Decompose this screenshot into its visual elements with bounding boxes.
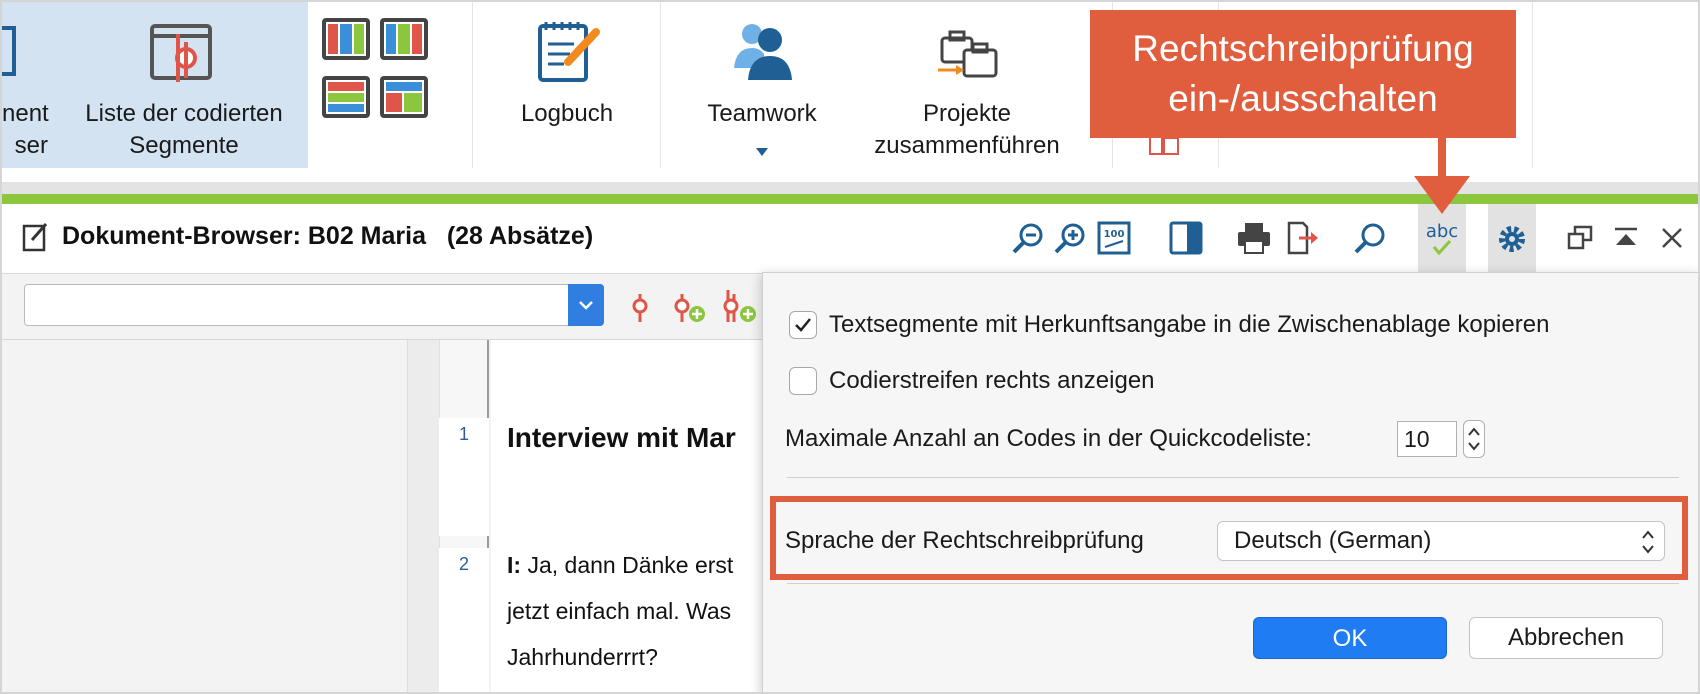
settings-button[interactable] bbox=[1488, 204, 1536, 274]
window-title: Dokument-Browser: B02 Maria (28 Absätze) bbox=[62, 222, 594, 250]
code-add-icon[interactable] bbox=[672, 292, 708, 324]
layout-tile-icon[interactable] bbox=[380, 18, 428, 60]
settings-popup: Textsegmente mit Herkunftsangabe in die … bbox=[762, 272, 1698, 692]
max-codes-label: Maximale Anzahl an Codes in der Quickcod… bbox=[785, 425, 1312, 452]
ribbon-coded-segments-button[interactable]: Liste der codierten Segmente bbox=[60, 2, 308, 168]
code-stripes-checkbox[interactable] bbox=[789, 367, 817, 395]
paragraph-number: 2 bbox=[439, 548, 489, 692]
code-icon[interactable] bbox=[630, 292, 650, 324]
undock-button[interactable] bbox=[1556, 214, 1604, 262]
document-toolbar bbox=[2, 274, 762, 340]
ribbon-item-label: nent bbox=[2, 100, 49, 127]
ribbon-separator bbox=[1532, 2, 1533, 168]
max-codes-stepper[interactable] bbox=[1463, 420, 1485, 458]
close-button[interactable] bbox=[1648, 214, 1696, 262]
ribbon-separator bbox=[660, 2, 661, 168]
app-window: nent ser Liste der codierten Segmente Lo… bbox=[0, 0, 1700, 694]
cancel-button[interactable]: Abbrechen bbox=[1469, 617, 1663, 659]
code-combobox[interactable] bbox=[24, 284, 604, 326]
ribbon-item-label: Teamwork bbox=[707, 100, 817, 127]
undock-window-icon bbox=[1567, 225, 1593, 250]
annotation-arrow bbox=[1414, 138, 1470, 214]
annotation-callout: Rechtschreibprüfung ein-/ausschalten bbox=[1090, 10, 1516, 138]
search-button[interactable] bbox=[1346, 214, 1394, 262]
ribbon-item-label: Logbuch bbox=[520, 100, 614, 127]
ribbon-logbook-button[interactable]: Logbuch bbox=[480, 2, 654, 168]
zoom-in-icon bbox=[1054, 223, 1085, 254]
callout-line: ein-/ausschalten bbox=[1168, 78, 1438, 119]
teamwork-icon bbox=[734, 24, 792, 80]
ribbon-item-label: zusammenführen bbox=[874, 132, 1060, 159]
document-icon bbox=[2, 26, 16, 76]
chevron-down-icon bbox=[756, 148, 768, 156]
zoom-100-button[interactable]: 100 bbox=[1090, 214, 1138, 262]
edit-document-icon bbox=[22, 223, 48, 252]
export-button[interactable] bbox=[1278, 214, 1326, 262]
speaker-label: I: bbox=[507, 552, 522, 578]
combobox-dropdown-button[interactable] bbox=[568, 284, 604, 326]
ribbon-item-label: Segmente bbox=[129, 132, 239, 159]
ribbon-item-label: ser bbox=[14, 132, 48, 159]
ribbon-item-label: Projekte bbox=[922, 100, 1012, 127]
chevron-down-icon bbox=[579, 301, 593, 310]
coded-segments-icon bbox=[150, 24, 212, 82]
callout-line: Rechtschreibprüfung bbox=[1132, 28, 1474, 69]
code-stripe-column bbox=[407, 340, 439, 692]
close-icon bbox=[1662, 228, 1682, 248]
zoom-in-button[interactable] bbox=[1046, 214, 1094, 262]
document-text-line: Jahrhunderrrt? bbox=[507, 644, 658, 670]
spell-check-icon: abc bbox=[1426, 221, 1458, 256]
svg-text:abc: abc bbox=[1426, 221, 1458, 242]
sidebar-toggle-button[interactable] bbox=[1162, 214, 1210, 262]
maximize-button[interactable] bbox=[1602, 214, 1650, 262]
zoom-out-icon bbox=[1012, 223, 1043, 254]
copy-segments-checkbox[interactable] bbox=[789, 311, 817, 339]
search-icon bbox=[1354, 223, 1385, 254]
checkmark-icon bbox=[795, 318, 811, 332]
ribbon-teamwork-button[interactable]: Teamwork bbox=[668, 2, 856, 168]
layout-tile-icon[interactable] bbox=[322, 76, 370, 118]
copy-segments-label: Textsegmente mit Herkunftsangabe in die … bbox=[829, 311, 1550, 338]
max-codes-input[interactable]: 10 bbox=[1397, 421, 1457, 457]
ribbon-document-browser-button[interactable]: nent ser bbox=[2, 2, 60, 168]
document-area: 1 2 bbox=[2, 340, 762, 692]
printer-icon bbox=[1238, 223, 1270, 254]
layout-tile-icon[interactable] bbox=[380, 76, 428, 118]
document-text-line: I: Ja, dann Dänke erst bbox=[507, 552, 733, 579]
layout-tile-icon[interactable] bbox=[322, 18, 370, 60]
paragraph-number: 1 bbox=[439, 418, 489, 536]
sidebar-panel-icon bbox=[1169, 221, 1203, 255]
ribbon-separator bbox=[472, 2, 473, 168]
code-multi-add-icon[interactable] bbox=[720, 288, 760, 324]
code-stripes-label: Codierstreifen rechts anzeigen bbox=[829, 367, 1155, 394]
maximize-icon bbox=[1615, 227, 1637, 245]
zoom-out-button[interactable] bbox=[1004, 214, 1052, 262]
annotation-highlight-box bbox=[770, 496, 1688, 580]
text-span: Ja, dann Dänke erst bbox=[521, 552, 734, 578]
document-heading: Interview mit Mar bbox=[507, 422, 736, 453]
merge-projects-icon bbox=[938, 30, 998, 78]
zoom-100-icon: 100 bbox=[1097, 221, 1131, 255]
logbook-icon bbox=[538, 22, 600, 82]
stepper-arrows-icon bbox=[1468, 427, 1480, 451]
export-doc-icon bbox=[1287, 221, 1318, 255]
divider bbox=[787, 477, 1679, 478]
ok-button[interactable]: OK bbox=[1253, 617, 1447, 659]
ribbon-merge-projects-button[interactable]: Projekte zusammenführen bbox=[862, 2, 1072, 168]
svg-text:100: 100 bbox=[1104, 229, 1125, 240]
divider bbox=[787, 583, 1679, 584]
gear-icon bbox=[1499, 226, 1525, 252]
print-button[interactable] bbox=[1230, 214, 1278, 262]
document-text[interactable] bbox=[491, 340, 762, 692]
document-text-line: jetzt einfach mal. Was bbox=[507, 598, 732, 624]
ribbon-item-label: Liste der codierten bbox=[85, 100, 283, 127]
